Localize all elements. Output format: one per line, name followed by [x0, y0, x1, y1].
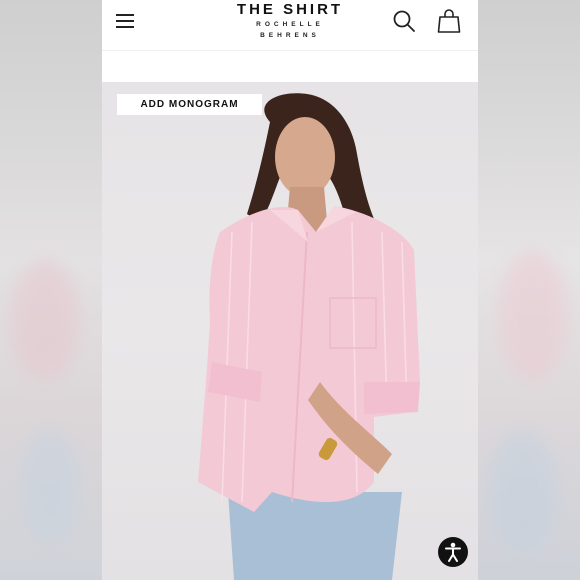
search-icon[interactable] — [392, 9, 416, 33]
blurred-backdrop-left — [0, 0, 102, 580]
model-photo — [198, 93, 420, 580]
blurred-backdrop-right — [478, 0, 580, 580]
right-cuff — [364, 382, 420, 414]
accessibility-icon[interactable] — [438, 537, 468, 567]
site-header: THE SHIRT ROCHELLE BEHRENS — [102, 0, 478, 50]
header-spacer — [102, 50, 478, 83]
add-monogram-button[interactable]: ADD MONOGRAM — [117, 94, 262, 115]
brand-subtitle-line2: BEHRENS — [260, 32, 320, 39]
face-shape — [275, 117, 335, 197]
shopping-bag-icon[interactable] — [437, 8, 461, 34]
page-frame: THE SHIRT ROCHELLE BEHRENS ADD MONOGRAM — [102, 0, 478, 580]
product-hero-image: ADD MONOGRAM — [102, 82, 478, 580]
